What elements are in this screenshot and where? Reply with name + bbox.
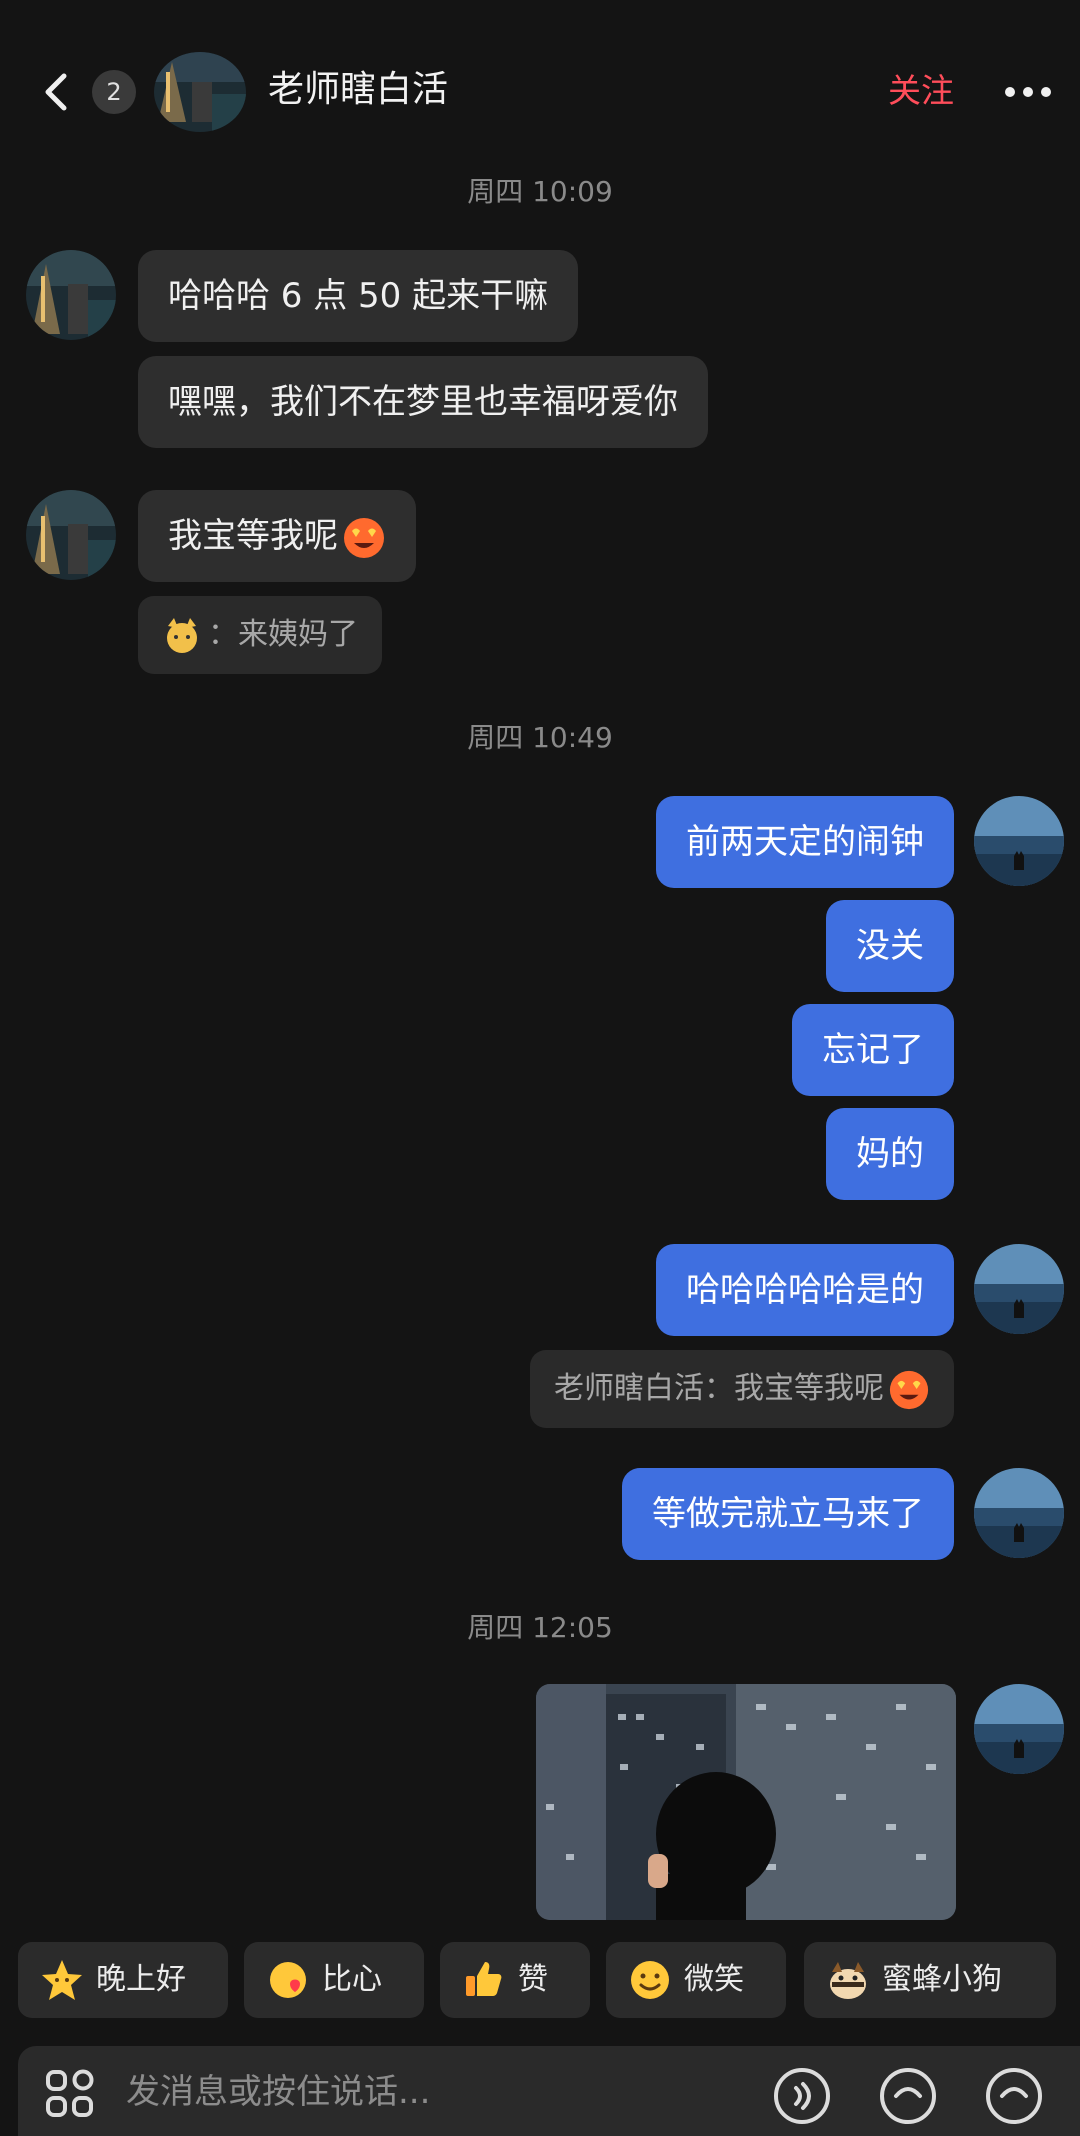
image-message[interactable]: [536, 1684, 956, 1920]
quick-reply-chip[interactable]: 赞: [440, 1942, 590, 2018]
user-avatar[interactable]: [974, 1468, 1064, 1558]
timestamp: 周四 10:09: [467, 175, 613, 208]
chip-label: 赞: [518, 1962, 548, 1997]
contact-avatar[interactable]: [26, 490, 116, 580]
chip-label: 比心: [322, 1962, 382, 1997]
emoji-icon[interactable]: [878, 2066, 938, 2126]
user-avatar[interactable]: [974, 1684, 1064, 1774]
outgoing-message[interactable]: 哈哈哈哈哈是的: [656, 1244, 954, 1336]
more-dots-icon: [1005, 87, 1051, 97]
apps-grid-icon[interactable]: [44, 2068, 96, 2120]
bee-dog-icon: [830, 1962, 866, 1999]
star-face-icon: [42, 1960, 82, 2000]
contact-avatar[interactable]: [152, 52, 248, 132]
message-input[interactable]: 发消息或按住说话...: [126, 2064, 430, 2120]
quick-reply-chip[interactable]: 比心: [244, 1942, 424, 2018]
user-avatar[interactable]: [974, 1244, 1064, 1334]
voice-icon[interactable]: [772, 2066, 832, 2126]
incoming-message[interactable]: 嘿嘿，我们不在梦里也幸福呀爱你: [138, 356, 708, 448]
outgoing-message[interactable]: 等做完就立马来了: [622, 1468, 954, 1560]
unread-count-badge: 2: [92, 70, 136, 114]
cat-face-icon: [167, 617, 197, 653]
chevron-left-icon: [45, 73, 67, 111]
quick-reply-chip[interactable]: 晚上好: [18, 1942, 228, 2018]
timestamp: 周四 10:49: [467, 721, 613, 754]
chip-label: 微笑: [684, 1962, 744, 1997]
thumbs-up-icon: [466, 1962, 502, 1996]
more-button[interactable]: [1000, 70, 1056, 114]
incoming-message[interactable]: 哈哈哈 6 点 50 起来干嘛: [138, 250, 579, 342]
outgoing-message[interactable]: 忘记了: [792, 1004, 954, 1096]
outgoing-message[interactable]: 妈的: [826, 1108, 954, 1200]
quote-separator: ：: [208, 617, 238, 652]
message-text: 我宝等我呢: [168, 516, 338, 556]
smile-icon: [631, 1961, 669, 1999]
chat-header: 2 老师瞎白活 关注: [0, 0, 1080, 180]
quoted-reply[interactable]: 老师瞎白活：我宝等我呢: [530, 1350, 954, 1428]
add-icon[interactable]: [984, 2066, 1044, 2126]
heart-eyes-emoji-icon: [344, 517, 384, 558]
back-button[interactable]: [36, 68, 76, 116]
outgoing-message[interactable]: 没关: [826, 900, 954, 992]
quoted-reply[interactable]: ：来姨妈了: [138, 596, 382, 674]
chat-title: 老师瞎白活: [268, 69, 449, 110]
quick-reply-chip[interactable]: 蜜蜂小狗: [804, 1942, 1056, 2018]
timestamp: 周四 12:05: [467, 1611, 613, 1644]
quote-text: 来姨妈了: [238, 617, 358, 652]
follow-button[interactable]: 关注: [888, 66, 954, 116]
contact-avatar[interactable]: [26, 250, 116, 340]
quick-reply-bar: 晚上好 比心 赞 微笑 蜜蜂小狗: [0, 1942, 1080, 2022]
quote-text: 老师瞎白活：我宝等我呢: [554, 1371, 884, 1406]
outgoing-message[interactable]: 前两天定的闹钟: [656, 796, 954, 888]
finger-heart-icon: [270, 1962, 306, 1998]
heart-eyes-emoji-icon: [889, 1370, 929, 1409]
chip-label: 晚上好: [96, 1962, 186, 1997]
incoming-message[interactable]: 我宝等我呢: [138, 490, 416, 582]
chip-label: 蜜蜂小狗: [882, 1962, 1002, 1997]
message-input-bar: 发消息或按住说话...: [18, 2046, 1080, 2136]
quick-reply-chip[interactable]: 微笑: [606, 1942, 786, 2018]
user-avatar[interactable]: [974, 796, 1064, 886]
